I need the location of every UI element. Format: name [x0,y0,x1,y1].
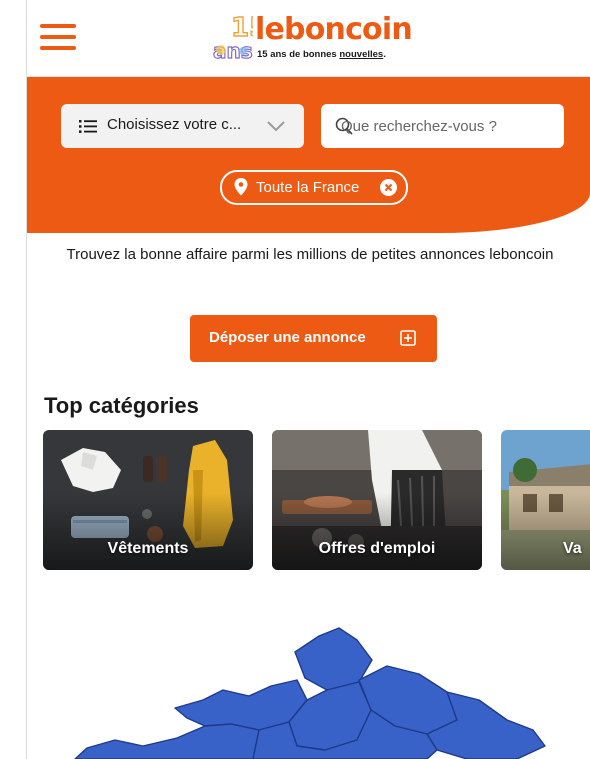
category-card-holidays[interactable]: Va [501,430,590,570]
post-ad-label: Déposer une annonce [209,329,366,346]
map-region-west [74,723,260,759]
logo-wordmark: leboncoin [255,12,413,47]
logo-tagline-suffix: . [383,49,386,60]
logo-tagline-underlined: nouvelles [339,49,384,60]
logo-tagline-prefix: 15 ans de bonnes [257,49,340,60]
search-hero: Choisissez votre c... Toute la France [27,77,590,233]
site-header: 15 ans leboncoin 15 ans de bonnes nouvel… [27,0,590,77]
anniversary-logo-icon: 15 ans [213,12,253,62]
category-label: Va [563,540,582,557]
search-box[interactable] [321,104,564,148]
category-carousel[interactable]: Vêtements Offres d'emploi Va [43,430,590,570]
clear-icon[interactable] [380,179,397,196]
app-frame: 15 ans leboncoin 15 ans de bonnes nouvel… [0,0,590,759]
location-filter[interactable]: Toute la France [220,170,408,205]
category-card-jobs[interactable]: Offres d'emploi [272,430,482,570]
list-icon [79,120,97,133]
category-label: Vêtements [107,540,189,557]
category-select[interactable]: Choisissez votre c... [61,104,304,148]
france-regions-map[interactable] [27,600,590,759]
page-tagline: Trouvez la bonne affaire parmi les milli… [66,246,554,263]
category-label: Offres d'emploi [318,540,436,557]
location-pin-icon [234,178,248,196]
location-label: Toute la France [256,179,360,196]
post-ad-button[interactable]: Déposer une annonce [190,315,437,362]
top-categories-title: Top catégories [44,393,199,418]
category-card-clothing[interactable]: Vêtements [43,430,253,570]
site-logo[interactable]: 15 ans leboncoin 15 ans de bonnes nouvel… [213,12,435,66]
logo-tagline: 15 ans de bonnes nouvelles. [257,49,386,60]
plus-box-icon [400,330,416,346]
category-select-label: Choisissez votre c... [107,116,242,133]
search-input[interactable] [341,116,551,136]
chevron-down-icon [267,121,285,132]
hamburger-menu-icon[interactable] [40,24,78,52]
